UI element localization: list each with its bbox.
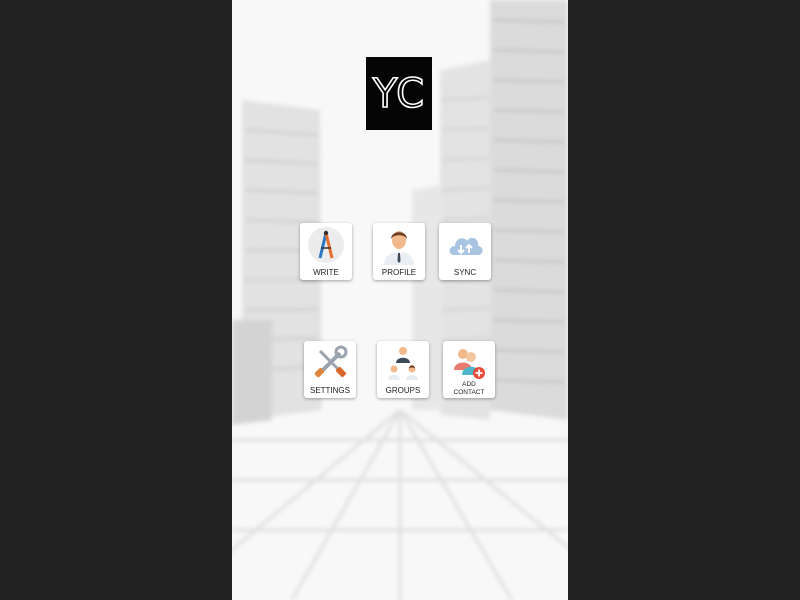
write-button[interactable]: WRITE (300, 223, 352, 280)
add-contact-label-line1: ADD (462, 381, 476, 388)
settings-button[interactable]: SETTINGS (304, 341, 356, 398)
profile-button[interactable]: PROFILE (373, 223, 425, 280)
pen-compass-icon (308, 227, 344, 263)
write-label: WRITE (313, 268, 339, 277)
app-screen: YC WRITE PROFILE SYNC SETTINGS GROUPS AD… (232, 0, 568, 600)
add-contact-label: ADD CONTACT (443, 381, 495, 397)
cloud-sync-icon (449, 237, 483, 255)
add-contact-label-line2: CONTACT (453, 389, 485, 396)
settings-label: SETTINGS (309, 386, 350, 395)
add-contact-icon (454, 349, 485, 379)
logo-text: YC (372, 70, 426, 117)
profile-label: PROFILE (381, 268, 417, 277)
group-people-icon (388, 347, 418, 380)
tools-icon (314, 345, 348, 378)
sync-label: SYNC (453, 268, 477, 277)
groups-label: GROUPS (385, 386, 421, 395)
app-logo: YC (366, 57, 432, 130)
user-avatar-icon (384, 231, 414, 265)
sync-button[interactable]: SYNC (439, 223, 491, 280)
add-contact-button[interactable]: ADD CONTACT (443, 341, 495, 398)
groups-button[interactable]: GROUPS (377, 341, 429, 398)
